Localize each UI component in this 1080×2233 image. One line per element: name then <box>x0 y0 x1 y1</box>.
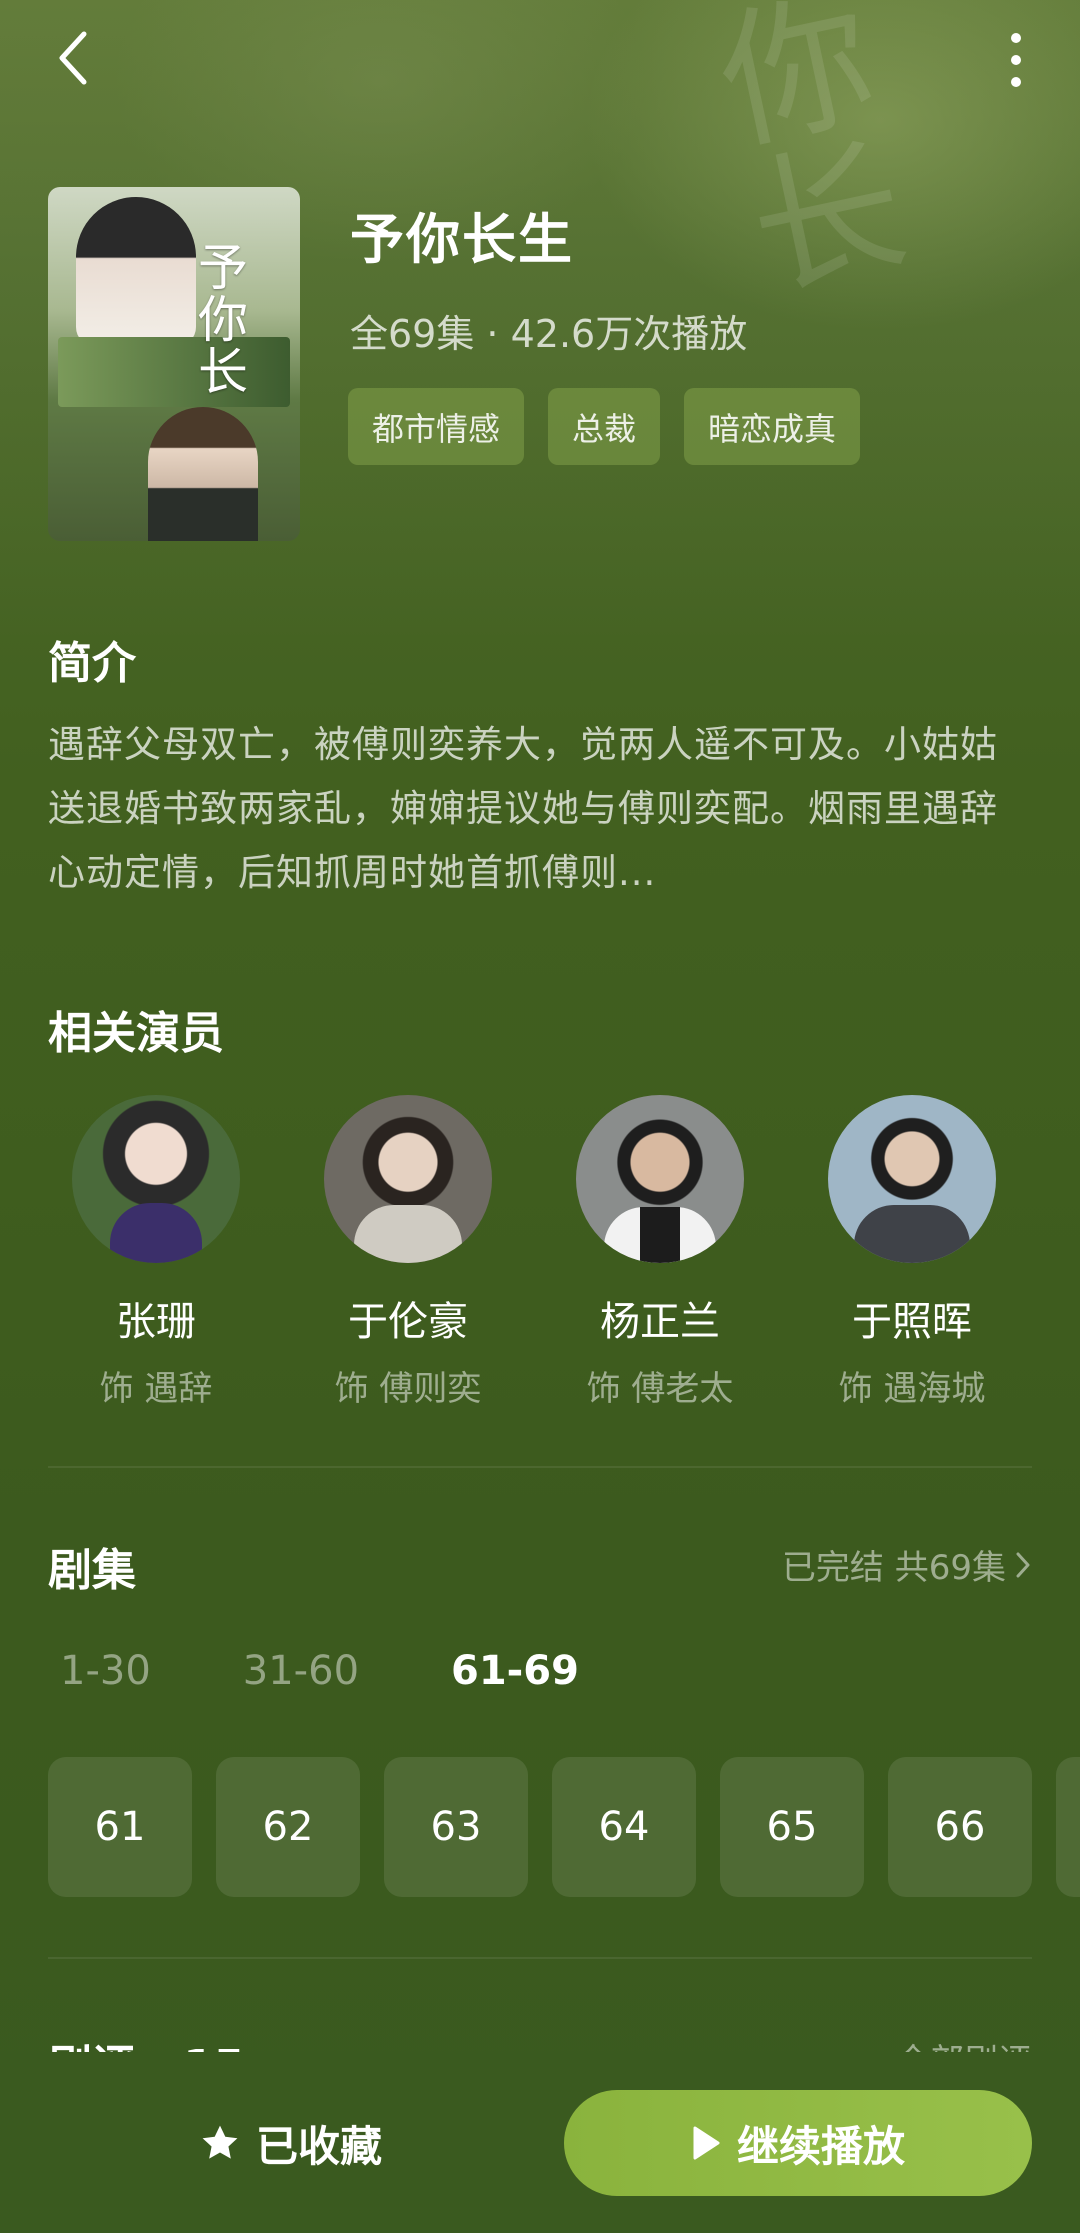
episode-button-partial[interactable] <box>1056 1757 1080 1897</box>
tag-secret-crush[interactable]: 暗恋成真 <box>684 388 861 465</box>
tab-range-31-60[interactable]: 31-60 <box>243 1648 359 1694</box>
actor-card[interactable]: 于伦豪 饰 傅则奕 <box>308 1095 508 1410</box>
vertical-ellipsis-icon <box>1011 33 1021 87</box>
episode-button[interactable]: 62 <box>216 1757 360 1897</box>
avatar <box>576 1095 744 1263</box>
actor-role: 饰 遇辞 <box>99 1369 213 1409</box>
more-options-button[interactable] <box>996 28 1036 92</box>
play-icon <box>693 2126 720 2160</box>
episode-button[interactable]: 65 <box>720 1757 864 1897</box>
episode-button[interactable]: 61 <box>48 1757 192 1897</box>
drama-poster: 予你长 <box>48 187 300 541</box>
drama-meta: 全69集 · 42.6万次播放 <box>350 312 748 356</box>
episodes-status-link[interactable]: 已完结 共69集 <box>782 1540 1032 1589</box>
cast-heading: 相关演员 <box>48 1008 224 1059</box>
tab-range-1-30[interactable]: 1-30 <box>60 1648 151 1694</box>
reviews-heading: 剧评 · 15 <box>48 2030 245 2052</box>
actor-name: 张珊 <box>116 1299 196 1345</box>
favorite-button[interactable]: 已收藏 <box>150 2098 430 2188</box>
episode-button[interactable]: 66 <box>888 1757 1032 1897</box>
actor-card[interactable]: 张珊 饰 遇辞 <box>56 1095 256 1410</box>
star-icon <box>202 2125 238 2159</box>
poster-title-lettering: 予你长 <box>198 239 248 401</box>
poster-actor <box>148 407 258 541</box>
back-button[interactable] <box>46 28 106 88</box>
episodes-status: 已完结 共69集 <box>781 1548 1006 1588</box>
actor-role: 饰 傅则奕 <box>334 1369 482 1409</box>
actor-card[interactable]: 杨正兰 饰 傅老太 <box>560 1095 760 1410</box>
divider <box>48 1957 1032 1959</box>
tab-range-61-69[interactable]: 61-69 <box>451 1648 579 1694</box>
intro-heading: 简介 <box>48 638 136 689</box>
tag-ceo[interactable]: 总裁 <box>548 388 661 465</box>
chevron-right-icon <box>1016 1552 1030 1577</box>
actor-name: 于伦豪 <box>348 1299 468 1345</box>
divider <box>48 1466 1032 1468</box>
episode-button[interactable]: 64 <box>552 1757 696 1897</box>
reviews-section: 剧评 · 15 全部剧评 <box>0 2030 1080 2052</box>
drama-title: 予你长生 <box>350 208 574 271</box>
actor-name: 杨正兰 <box>600 1299 720 1345</box>
actor-role: 饰 遇海城 <box>838 1369 986 1409</box>
favorite-label: 已收藏 <box>255 2121 382 2171</box>
actor-name: 于照晖 <box>852 1299 972 1345</box>
bottom-action-bar: 已收藏 继续播放 <box>0 2052 1080 2233</box>
play-label: 继续播放 <box>736 2121 905 2171</box>
episodes-heading: 剧集 <box>48 1545 136 1596</box>
episode-list: 61 62 63 64 65 66 <box>48 1757 1080 1899</box>
avatar <box>324 1095 492 1263</box>
chevron-left-icon <box>59 31 87 85</box>
episode-range-tabs: 1-30 31-60 61-69 <box>60 1648 671 1694</box>
actor-card[interactable]: 于照晖 饰 遇海城 <box>812 1095 1012 1410</box>
actor-role: 饰 傅老太 <box>586 1369 734 1409</box>
avatar <box>72 1095 240 1263</box>
tag-urban-romance[interactable]: 都市情感 <box>348 388 525 465</box>
continue-play-button[interactable]: 继续播放 <box>564 2090 1032 2196</box>
intro-text[interactable]: 遇辞父母双亡，被傅则奕养大，觉两人遥不可及。小姑姑送退婚书致两家乱，婶婶提议她与… <box>48 713 1033 905</box>
cast-list: 张珊 饰 遇辞 于伦豪 饰 傅则奕 杨正兰 饰 傅老太 于照晖 饰 遇海城 <box>48 1095 1048 1415</box>
genre-tags: 都市情感 总裁 暗恋成真 <box>348 388 861 465</box>
episode-button[interactable]: 63 <box>384 1757 528 1897</box>
avatar <box>828 1095 996 1263</box>
all-reviews-link[interactable]: 全部剧评 <box>896 2034 1032 2052</box>
poster-actress <box>76 197 196 347</box>
